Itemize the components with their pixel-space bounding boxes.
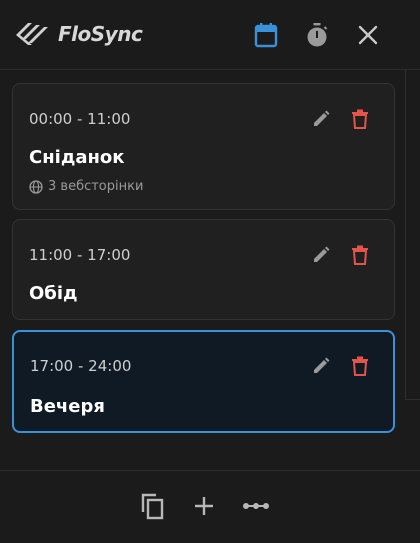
app-logo: FloSync: [14, 18, 143, 50]
calendar-icon: [254, 23, 278, 48]
edit-button[interactable]: [309, 107, 333, 131]
header: FloSync: [0, 0, 420, 70]
slot-time: 11:00 - 17:00: [29, 246, 131, 264]
slot-websites: 3 вебсторінки: [29, 179, 143, 194]
right-divider-tick: [405, 399, 420, 400]
app-name: FloSync: [58, 22, 143, 46]
delete-button[interactable]: [348, 107, 372, 131]
pencil-icon: [314, 110, 330, 126]
delete-button[interactable]: [348, 354, 372, 378]
copy-button[interactable]: [139, 491, 167, 521]
timer-icon: [307, 23, 328, 47]
slot-name: Вечеря: [30, 396, 105, 417]
edit-button[interactable]: [309, 243, 333, 267]
add-button[interactable]: [190, 491, 218, 521]
trash-icon: [352, 109, 368, 129]
time-slot-card-active[interactable]: 17:00 - 24:00 Вечеря: [12, 330, 395, 433]
time-slot-card[interactable]: 00:00 - 11:00 Сніданок 3 вебсторінки: [12, 83, 395, 210]
pencil-icon: [314, 246, 330, 262]
flosync-logo-icon: [16, 23, 48, 45]
right-divider: [405, 69, 406, 399]
timer-button[interactable]: [304, 22, 330, 48]
footer-toolbar: [0, 470, 420, 543]
trash-icon: [352, 245, 368, 265]
slot-time: 00:00 - 11:00: [29, 110, 131, 128]
slot-time: 17:00 - 24:00: [30, 357, 132, 375]
pencil-icon: [314, 357, 330, 373]
globe-icon: [29, 179, 43, 194]
copy-icon: [141, 493, 164, 520]
close-icon: [358, 25, 378, 45]
more-icon: [243, 503, 269, 509]
calendar-button[interactable]: [253, 22, 279, 48]
delete-button[interactable]: [348, 243, 372, 267]
close-button[interactable]: [355, 22, 381, 48]
slot-websites-label: 3 вебсторінки: [48, 179, 144, 194]
trash-icon: [352, 356, 368, 376]
slot-name: Сніданок: [29, 147, 125, 168]
edit-button[interactable]: [309, 354, 333, 378]
time-slot-card[interactable]: 11:00 - 17:00 Обід: [12, 219, 395, 320]
more-button[interactable]: [242, 491, 270, 521]
slot-name: Обід: [29, 283, 78, 304]
plus-icon: [195, 497, 213, 515]
